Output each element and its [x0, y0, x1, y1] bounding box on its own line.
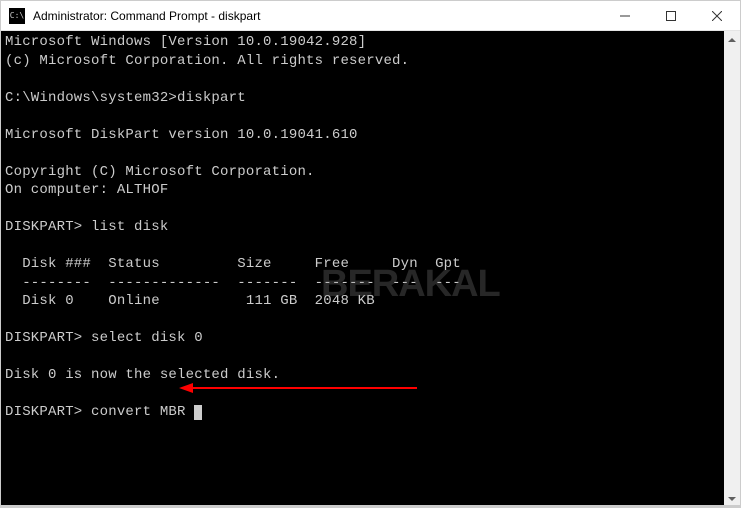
output-line: On computer:: [5, 182, 117, 198]
prompt: DISKPART>: [5, 219, 91, 235]
output-line: (c) Microsoft Corporation. All rights re…: [5, 53, 409, 69]
maximize-button[interactable]: [648, 1, 694, 30]
output-line: Copyright (C) Microsoft Corporation.: [5, 164, 315, 180]
command-text: diskpart: [177, 90, 246, 106]
output-line: Microsoft DiskPart version 10.0.19041.61…: [5, 127, 358, 143]
vertical-scrollbar[interactable]: [724, 31, 740, 507]
window-border: [1, 505, 740, 507]
command-text: list disk: [91, 219, 168, 235]
output-line: Microsoft Windows [Version 10.0.19042.92…: [5, 34, 366, 50]
close-button[interactable]: [694, 1, 740, 30]
prompt: DISKPART>: [5, 404, 91, 420]
titlebar: C:\ Administrator: Command Prompt - disk…: [1, 1, 740, 31]
minimize-button[interactable]: [602, 1, 648, 30]
scroll-up-arrow-icon[interactable]: [724, 31, 740, 48]
cmd-icon: C:\: [9, 8, 25, 24]
prompt: DISKPART>: [5, 330, 91, 346]
terminal-output[interactable]: Microsoft Windows [Version 10.0.19042.92…: [1, 31, 724, 507]
table-divider: -------- ------------- ------- ------- -…: [5, 275, 461, 291]
computer-name: ALTHOF: [117, 182, 169, 198]
terminal-area: Microsoft Windows [Version 10.0.19042.92…: [1, 31, 740, 507]
window-controls: [602, 1, 740, 30]
table-row: Disk 0 Online 111 GB 2048 KB: [5, 293, 375, 309]
command-text: convert MBR: [91, 404, 186, 420]
window-title: Administrator: Command Prompt - diskpart: [31, 9, 602, 23]
prompt: C:\Windows\system32>: [5, 90, 177, 106]
output-line: Disk 0 is now the selected disk.: [5, 367, 280, 383]
cursor: [194, 405, 202, 420]
table-header: Disk ### Status Size Free Dyn Gpt: [5, 256, 461, 272]
scroll-track[interactable]: [724, 48, 740, 490]
command-text: select disk 0: [91, 330, 203, 346]
